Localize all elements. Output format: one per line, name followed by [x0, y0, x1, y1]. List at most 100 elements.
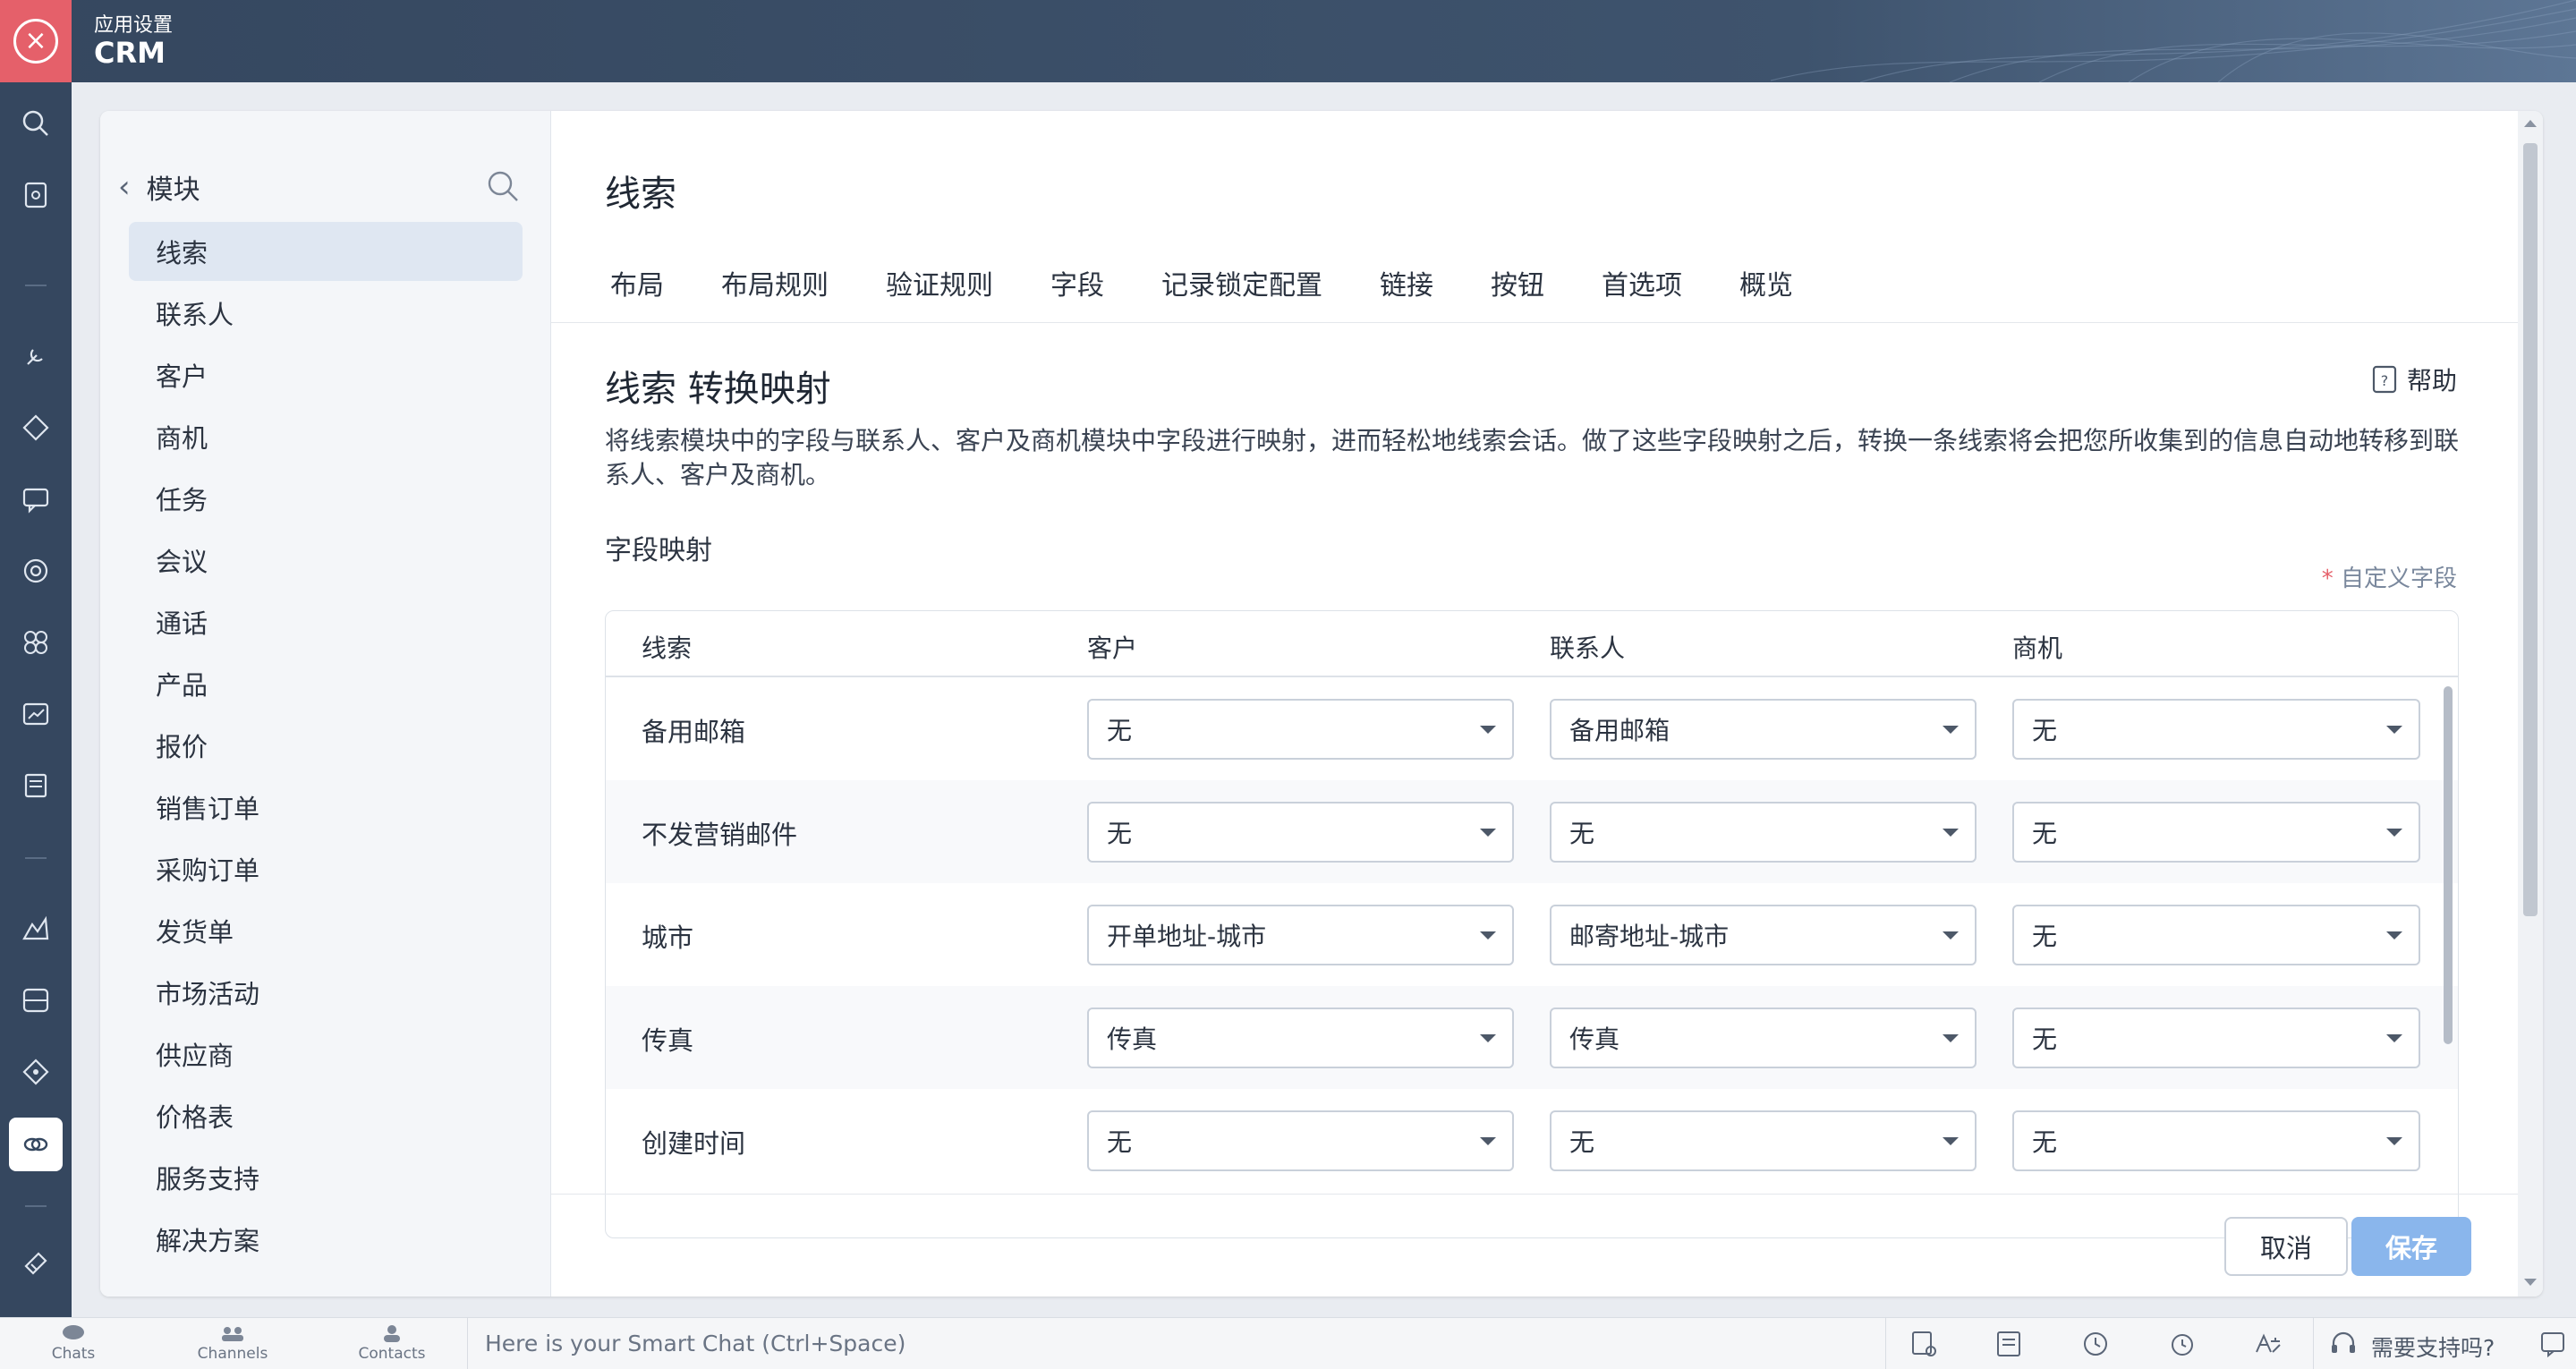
headset-icon[interactable] — [2328, 1329, 2359, 1359]
sidebar-item-cases[interactable]: 服务支持 — [129, 1148, 523, 1207]
footer-divider — [551, 1194, 2543, 1195]
select-value: 无 — [1107, 716, 1133, 745]
puzzle-icon[interactable] — [18, 625, 54, 660]
deal-field-select[interactable]: 无 — [2012, 699, 2420, 760]
sidebar-item-accounts[interactable]: 客户 — [129, 345, 523, 404]
tab-layout-rules[interactable]: 布局规则 — [716, 263, 834, 302]
sidebar-item-calls[interactable]: 通话 — [129, 592, 523, 651]
account-field-select[interactable]: 开单地址-城市 — [1087, 905, 1514, 965]
rail-separator — [25, 857, 47, 859]
documents-icon[interactable] — [18, 768, 54, 804]
channels-nav[interactable]: Channels — [188, 1323, 277, 1363]
notes-icon[interactable] — [18, 177, 54, 213]
wrench-icon[interactable] — [18, 338, 54, 374]
select-value: 备用邮箱 — [1569, 716, 1671, 745]
tab-validation-rules[interactable]: 验证规则 — [880, 263, 999, 302]
cancel-button[interactable]: 取消 — [2224, 1217, 2348, 1276]
close-settings-button[interactable]: × — [0, 0, 72, 82]
sidebar-item-leads[interactable]: 线索 — [129, 222, 523, 281]
chats-nav[interactable]: Chats — [29, 1323, 118, 1363]
settings-panel: ‹ 模块 线索 联系人 客户 商机 任务 会议 通话 产品 报价 销售订单 采购… — [100, 111, 2543, 1297]
deal-field-select[interactable]: 无 — [2012, 802, 2420, 863]
select-value: 传真 — [1107, 1025, 1158, 1054]
column-header-deals: 商机 — [2012, 633, 2063, 663]
sidebar-item-purchase-orders[interactable]: 采购订单 — [129, 839, 523, 898]
conversion-description: 将线索模块中的字段与联系人、客户及商机模块中字段进行映射，进而轻松地线索会话。做… — [605, 426, 2460, 489]
tab-fields[interactable]: 字段 — [1045, 263, 1109, 302]
chevron-down-icon — [1943, 726, 1959, 734]
account-field-select[interactable]: 传真 — [1087, 1008, 1514, 1068]
target-icon[interactable] — [18, 553, 54, 589]
column-header-contacts: 联系人 — [1550, 633, 1626, 663]
sidebar-item-tasks[interactable]: 任务 — [129, 469, 523, 528]
tab-preferences[interactable]: 首选项 — [1596, 263, 1688, 302]
contacts-nav[interactable]: Contacts — [347, 1323, 437, 1363]
alarm-icon[interactable] — [2167, 1329, 2198, 1359]
new-note-icon[interactable] — [1909, 1329, 1939, 1359]
integrations-icon[interactable] — [9, 1118, 63, 1171]
table-scrollbar[interactable] — [2444, 686, 2453, 1044]
tab-buttons[interactable]: 按钮 — [1485, 263, 1550, 302]
select-value: 无 — [2032, 716, 2058, 745]
select-value: 无 — [1107, 1127, 1133, 1157]
sidebar-item-solutions[interactable]: 解决方案 — [129, 1210, 523, 1269]
sidebar-item-invoices[interactable]: 发货单 — [129, 901, 523, 960]
feedback-icon[interactable] — [2538, 1329, 2568, 1359]
scrollbar-thumb[interactable] — [2523, 143, 2538, 916]
account-field-select[interactable]: 无 — [1087, 802, 1514, 863]
diamond-icon[interactable] — [18, 410, 54, 446]
sidebar-item-price-books[interactable]: 价格表 — [129, 1086, 523, 1145]
history-icon[interactable] — [2080, 1329, 2111, 1359]
contact-field-select[interactable]: 邮寄地址-城市 — [1550, 905, 1977, 965]
sidebar-header: ‹ 模块 — [118, 165, 530, 209]
tab-overview[interactable]: 概览 — [1734, 263, 1798, 302]
contacts-label: Contacts — [358, 1345, 426, 1363]
sidebar-item-quotes[interactable]: 报价 — [129, 716, 523, 775]
sidebar-item-contacts[interactable]: 联系人 — [129, 284, 523, 343]
deal-field-select[interactable]: 无 — [2012, 905, 2420, 965]
notes-list-icon[interactable] — [1994, 1329, 2024, 1359]
back-arrow-icon[interactable]: ‹ — [118, 172, 131, 202]
rail-separator — [25, 285, 47, 286]
contact-field-select[interactable]: 无 — [1550, 802, 1977, 863]
chat-icon[interactable] — [18, 481, 54, 517]
module-tabs: 布局 布局规则 验证规则 字段 记录锁定配置 链接 按钮 首选项 概览 — [605, 263, 1845, 302]
search-icon[interactable] — [18, 106, 54, 141]
custom-field-note: * 自定义字段 — [2322, 560, 2457, 593]
select-value: 无 — [2032, 1025, 2058, 1054]
tab-layout[interactable]: 布局 — [605, 263, 669, 302]
tab-links[interactable]: 链接 — [1374, 263, 1439, 302]
bottom-divider — [2313, 1318, 2314, 1369]
scroll-down-icon[interactable] — [2524, 1279, 2537, 1286]
chart-icon[interactable] — [18, 911, 54, 947]
translate-icon[interactable] — [2253, 1329, 2283, 1359]
tag-icon[interactable] — [18, 1054, 54, 1090]
save-button[interactable]: 保存 — [2351, 1217, 2471, 1276]
account-field-select[interactable]: 无 — [1087, 699, 1514, 760]
deal-field-select[interactable]: 无 — [2012, 1008, 2420, 1068]
sidebar-item-campaigns[interactable]: 市场活动 — [129, 963, 523, 1022]
smart-chat-input[interactable]: Here is your Smart Chat (Ctrl+Space) — [485, 1331, 905, 1356]
deal-field-select[interactable]: 无 — [2012, 1110, 2420, 1171]
contact-field-select[interactable]: 备用邮箱 — [1550, 699, 1977, 760]
scroll-up-icon[interactable] — [2524, 120, 2537, 127]
help-link[interactable]: ? 帮助 — [2371, 361, 2457, 397]
rail-separator — [25, 1205, 47, 1207]
left-rail — [0, 82, 72, 1317]
account-field-select[interactable]: 无 — [1087, 1110, 1514, 1171]
sidebar-item-deals[interactable]: 商机 — [129, 407, 523, 466]
sidebar-item-meetings[interactable]: 会议 — [129, 531, 523, 590]
dashboard-icon[interactable] — [18, 982, 54, 1018]
sidebar-item-vendors[interactable]: 供应商 — [129, 1025, 523, 1084]
sidebar-item-products[interactable]: 产品 — [129, 654, 523, 713]
contact-field-select[interactable]: 无 — [1550, 1110, 1977, 1171]
tab-record-lock[interactable]: 记录锁定配置 — [1156, 263, 1328, 302]
analytics-icon[interactable] — [18, 696, 54, 732]
panel-scrollbar[interactable] — [2518, 111, 2543, 1297]
sidebar-item-sales-orders[interactable]: 销售订单 — [129, 778, 523, 837]
contact-field-select[interactable]: 传真 — [1550, 1008, 1977, 1068]
ticket-icon[interactable] — [18, 1246, 54, 1281]
support-link[interactable]: 需要支持吗? — [2371, 1331, 2495, 1363]
chevron-down-icon — [2386, 1034, 2402, 1042]
search-icon[interactable] — [485, 168, 521, 204]
